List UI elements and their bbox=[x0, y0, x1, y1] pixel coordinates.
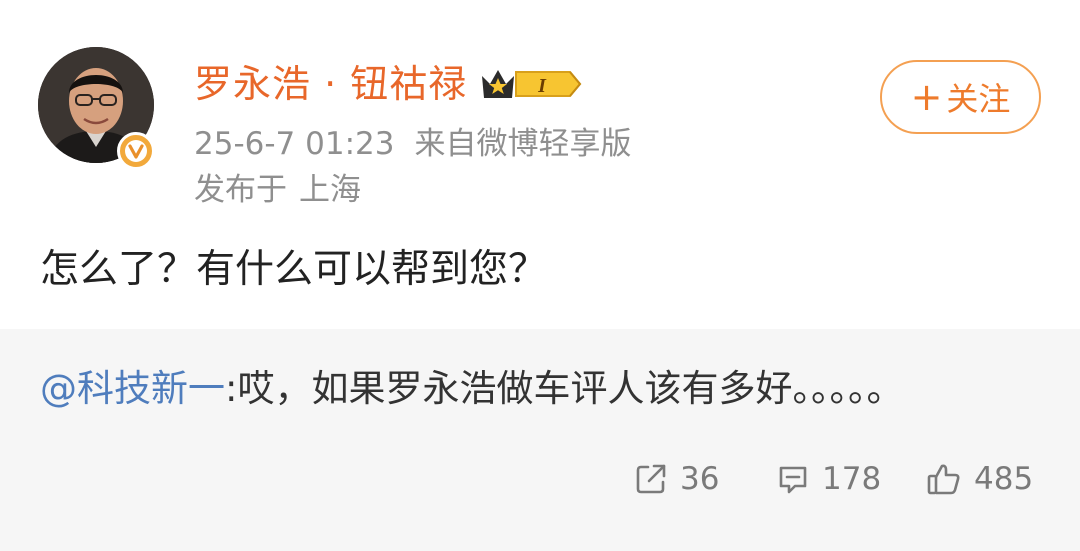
location-place: 上海 bbox=[299, 172, 361, 208]
comment-icon bbox=[779, 466, 807, 494]
vip-crown-badge-icon[interactable]: I bbox=[478, 64, 586, 104]
like-button[interactable]: 485 bbox=[926, 449, 1033, 509]
quoted-post-text-line: @科技新一:哎，如果罗永浩做车评人该有多好。。。。。 bbox=[40, 365, 903, 413]
quoted-post[interactable]: @科技新一:哎，如果罗永浩做车评人该有多好。。。。。 36 178 485 bbox=[0, 329, 1080, 551]
vip-level-label: I bbox=[537, 75, 547, 97]
post-content: 怎么了？有什么可以帮到您？ bbox=[40, 247, 548, 292]
action-bar: 36 178 485 bbox=[0, 449, 1080, 509]
location-prefix: 发布于 bbox=[194, 172, 287, 208]
author-name[interactable]: 罗永浩 · 钮祜禄 bbox=[194, 60, 467, 108]
verified-v-icon bbox=[117, 132, 155, 170]
post-source[interactable]: 来自微博轻享版 bbox=[414, 126, 631, 162]
comment-count: 178 bbox=[822, 461, 882, 497]
follow-button[interactable]: + 关注 bbox=[880, 60, 1041, 134]
repost-icon bbox=[636, 464, 666, 494]
follow-label: 关注 bbox=[946, 80, 1011, 118]
post-location: 发布于 上海 bbox=[194, 170, 361, 210]
repost-count: 36 bbox=[680, 461, 720, 497]
thumbs-up-icon bbox=[927, 464, 960, 495]
like-count: 485 bbox=[974, 461, 1034, 497]
post-header: 罗永浩 · 钮祜禄 I 25-6-7 01:23 来自微博轻享版 发布于 上海 + … bbox=[0, 0, 1080, 220]
mention-link[interactable]: @科技新一 bbox=[40, 367, 225, 410]
repost-button[interactable]: 36 bbox=[634, 449, 719, 509]
weibo-post-card: 罗永浩 · 钮祜禄 I 25-6-7 01:23 来自微博轻享版 发布于 上海 + … bbox=[0, 0, 1080, 551]
comment-button[interactable]: 178 bbox=[776, 449, 881, 509]
post-timestamp: 25-6-7 01:23 bbox=[194, 126, 395, 162]
plus-icon: + bbox=[910, 75, 943, 119]
avatar-container[interactable] bbox=[38, 47, 160, 170]
quoted-post-content: 哎，如果罗永浩做车评人该有多好。。。。。 bbox=[237, 367, 904, 410]
mention-separator: : bbox=[225, 367, 238, 410]
post-meta: 25-6-7 01:23 来自微博轻享版 bbox=[194, 124, 631, 164]
